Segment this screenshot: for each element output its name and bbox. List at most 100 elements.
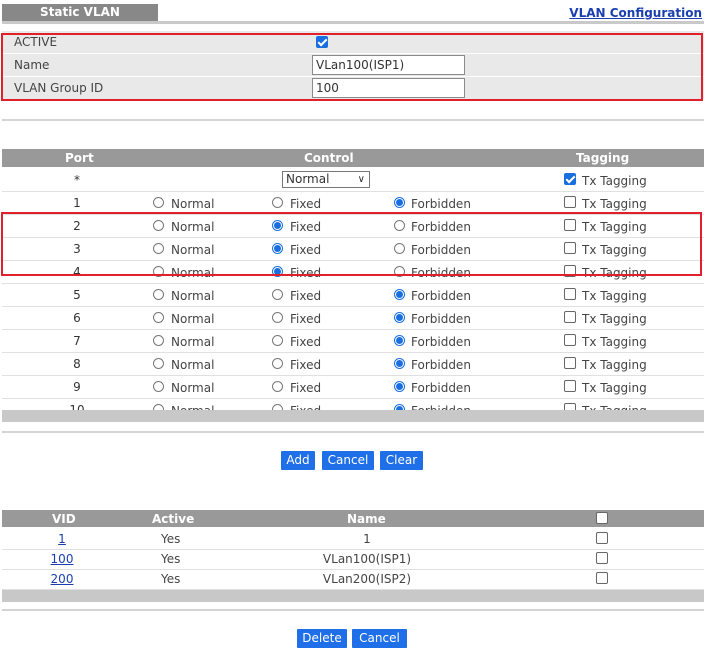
radio-forbidden[interactable] — [394, 243, 405, 254]
section-divider — [2, 609, 704, 611]
name-field[interactable] — [312, 55, 465, 75]
radio-normal[interactable] — [153, 381, 164, 392]
vlan-row-checkbox[interactable] — [596, 552, 608, 564]
radio-normal-label: Normal — [171, 335, 215, 349]
vlan-list-row: 1 Yes 1 — [2, 529, 704, 550]
radio-forbidden[interactable] — [394, 358, 405, 369]
port-number: 6 — [73, 311, 81, 325]
vlan-name: VLan100(ISP1) — [322, 552, 412, 566]
radio-normal-label: Normal — [171, 220, 215, 234]
radio-fixed-label: Fixed — [290, 243, 322, 257]
vid-link[interactable]: 1 — [2, 532, 122, 546]
radio-fixed[interactable] — [272, 312, 283, 323]
port-number: 9 — [73, 380, 81, 394]
port-row: 3 Normal Fixed Forbidden Tx Tagging — [2, 238, 704, 261]
col-vid: VID — [52, 512, 76, 526]
list-cancel-button[interactable]: Cancel — [352, 629, 407, 648]
radio-normal[interactable] — [153, 197, 164, 208]
radio-forbidden-label: Forbidden — [411, 289, 471, 303]
radio-normal[interactable] — [153, 335, 164, 346]
radio-forbidden[interactable] — [394, 289, 405, 300]
tx-tagging-checkbox[interactable] — [564, 242, 576, 254]
chevron-down-icon: ∨ — [357, 174, 365, 185]
tx-tagging-label: Tx Tagging — [582, 358, 647, 372]
vlan-row-checkbox[interactable] — [596, 572, 608, 584]
radio-fixed-label: Fixed — [290, 358, 322, 372]
radio-forbidden[interactable] — [394, 335, 405, 346]
port-row: 8 Normal Fixed Forbidden Tx Tagging — [2, 353, 704, 376]
vlan-active-status: Yes — [161, 532, 181, 546]
radio-fixed-label: Fixed — [290, 335, 322, 349]
col-active: Active — [152, 512, 195, 526]
radio-normal-label: Normal — [171, 266, 215, 280]
radio-forbidden-label: Forbidden — [411, 358, 471, 372]
radio-fixed[interactable] — [272, 197, 283, 208]
radio-fixed-label: Fixed — [290, 381, 322, 395]
vid-link[interactable]: 200 — [2, 572, 122, 586]
radio-normal[interactable] — [153, 312, 164, 323]
radio-forbidden[interactable] — [394, 312, 405, 323]
port-number: 1 — [73, 196, 81, 210]
port-table: * Normal ∨ Tx Tagging 1 Normal Fixed Forbid… — [2, 169, 704, 422]
radio-normal[interactable] — [153, 243, 164, 254]
vlan-group-id-field[interactable] — [312, 78, 465, 98]
radio-normal-label: Normal — [171, 381, 215, 395]
radio-forbidden[interactable] — [394, 381, 405, 392]
radio-fixed[interactable] — [272, 266, 283, 277]
tx-tagging-checkbox[interactable] — [564, 357, 576, 369]
tx-tagging-checkbox[interactable] — [564, 334, 576, 346]
tx-tagging-checkbox[interactable] — [564, 380, 576, 392]
radio-fixed[interactable] — [272, 243, 283, 254]
tx-tagging-checkbox[interactable] — [564, 288, 576, 300]
radio-forbidden[interactable] — [394, 197, 405, 208]
cancel-button[interactable]: Cancel — [322, 451, 374, 470]
radio-fixed[interactable] — [272, 381, 283, 392]
radio-forbidden[interactable] — [394, 266, 405, 277]
port-number: 2 — [73, 219, 81, 233]
select-all-checkbox[interactable] — [596, 512, 608, 524]
radio-fixed[interactable] — [272, 220, 283, 231]
radio-fixed[interactable] — [272, 358, 283, 369]
tx-tagging-label: Tx Tagging — [582, 312, 647, 326]
vid-link[interactable]: 100 — [2, 552, 122, 566]
radio-fixed[interactable] — [272, 289, 283, 300]
clear-button[interactable]: Clear — [380, 451, 423, 470]
tx-tagging-all-checkbox[interactable] — [564, 173, 576, 185]
radio-fixed-label: Fixed — [290, 197, 322, 211]
radio-normal-label: Normal — [171, 289, 215, 303]
tx-tagging-checkbox[interactable] — [564, 196, 576, 208]
tx-tagging-checkbox[interactable] — [564, 311, 576, 323]
vlan-list-footer — [2, 590, 704, 602]
radio-normal[interactable] — [153, 266, 164, 277]
tx-tagging-label: Tx Tagging — [582, 335, 647, 349]
vlan-name: 1 — [363, 532, 371, 546]
radio-normal[interactable] — [153, 289, 164, 300]
radio-forbidden[interactable] — [394, 220, 405, 231]
radio-normal-label: Normal — [171, 358, 215, 372]
add-button[interactable]: Add — [281, 451, 315, 470]
port-row: 5 Normal Fixed Forbidden Tx Tagging — [2, 284, 704, 307]
active-checkbox[interactable] — [316, 36, 328, 48]
radio-fixed[interactable] — [272, 335, 283, 346]
port-row: 1 Normal Fixed Forbidden Tx Tagging — [2, 192, 704, 215]
delete-button[interactable]: Delete — [297, 629, 347, 648]
vlan-configuration-link[interactable]: VLAN Configuration — [569, 6, 702, 20]
radio-normal[interactable] — [153, 220, 164, 231]
port-row-all: * Normal ∨ Tx Tagging — [2, 169, 704, 192]
vlan-active-status: Yes — [161, 572, 181, 586]
vlan-row-checkbox[interactable] — [596, 532, 608, 544]
section-divider — [2, 119, 704, 121]
radio-normal[interactable] — [153, 358, 164, 369]
control-select-all[interactable]: Normal ∨ — [282, 171, 370, 188]
vlan-settings-form: ACTIVE Name VLAN Group ID — [2, 31, 704, 100]
radio-forbidden-label: Forbidden — [411, 266, 471, 280]
tx-tagging-label: Tx Tagging — [582, 289, 647, 303]
col-port: Port — [65, 151, 94, 165]
tx-tagging-checkbox[interactable] — [564, 265, 576, 277]
active-label: ACTIVE — [14, 35, 58, 49]
port-number: 7 — [73, 334, 81, 348]
radio-normal-label: Normal — [171, 197, 215, 211]
tx-tagging-checkbox[interactable] — [564, 219, 576, 231]
col-tagging: Tagging — [576, 151, 630, 165]
tx-tagging-label: Tx Tagging — [582, 381, 647, 395]
